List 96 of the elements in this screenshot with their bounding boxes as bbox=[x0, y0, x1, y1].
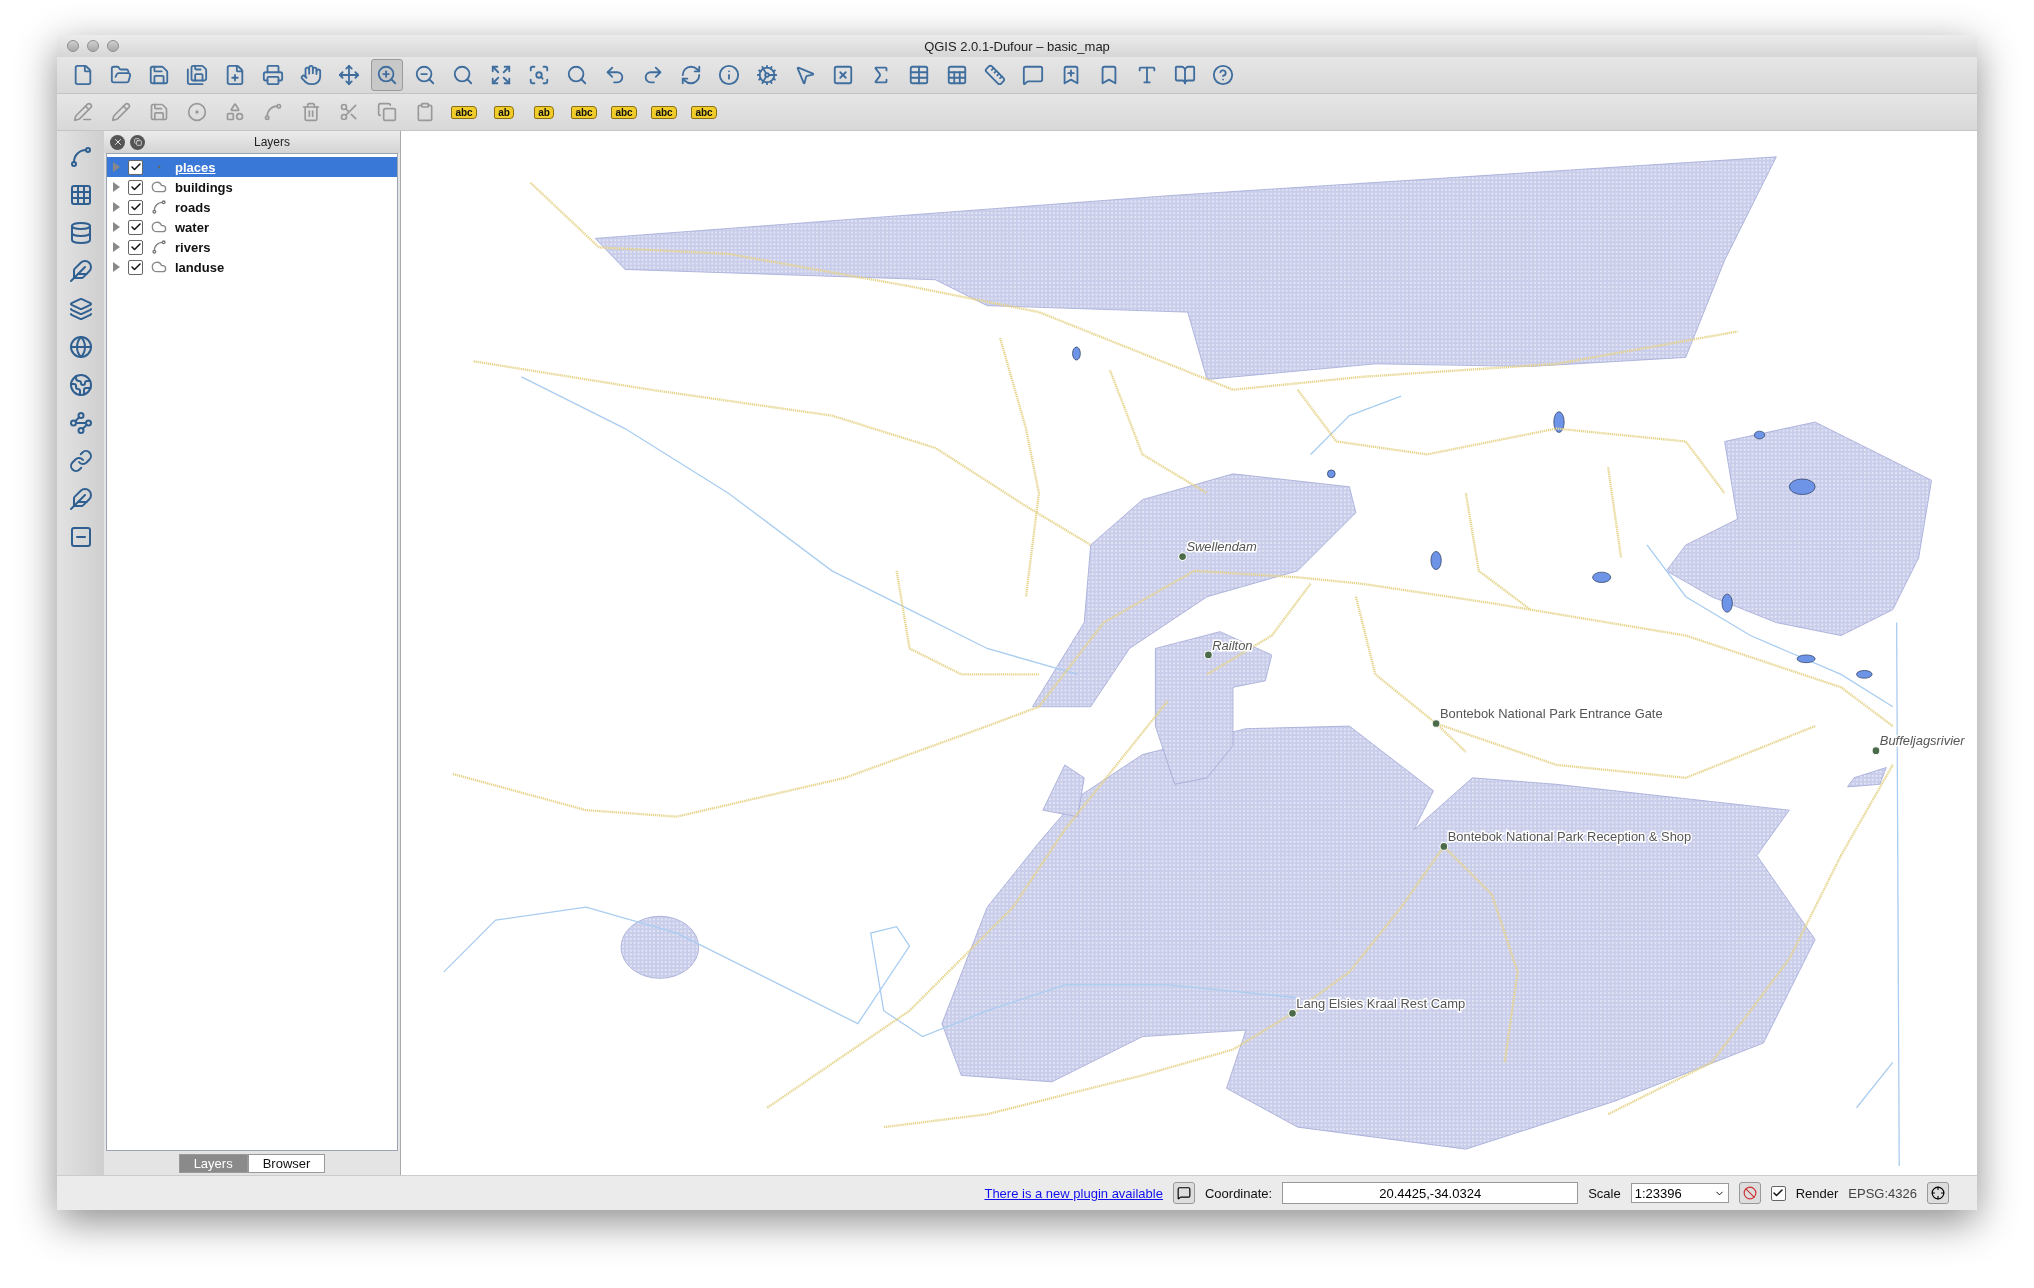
save-as-icon bbox=[186, 64, 208, 86]
checkmark-icon bbox=[129, 221, 142, 233]
label-tool-button[interactable]: abc bbox=[567, 99, 601, 125]
layer-name: places bbox=[175, 159, 216, 175]
layer-row[interactable]: roads bbox=[107, 197, 397, 217]
checkmark-icon bbox=[1772, 1187, 1785, 1199]
zoom-in-icon bbox=[376, 64, 398, 86]
place-marker bbox=[1871, 746, 1881, 756]
layer-name: landuse bbox=[175, 259, 225, 275]
scale-label: Scale bbox=[1588, 1185, 1621, 1201]
label-tool-button[interactable]: ab bbox=[527, 99, 561, 125]
layer-name: buildings bbox=[175, 179, 233, 195]
place-label: Bontebok National Park Entrance Gate bbox=[1439, 706, 1663, 722]
polygon-layer-icon bbox=[151, 179, 167, 195]
polygon-layer-icon bbox=[151, 219, 167, 235]
checkmark-icon bbox=[129, 241, 142, 253]
select-icon bbox=[794, 64, 816, 86]
deselect-icon bbox=[832, 64, 854, 86]
float-panel-button[interactable] bbox=[130, 134, 145, 150]
layer-row[interactable]: rivers bbox=[107, 237, 397, 257]
new-project-icon bbox=[72, 64, 94, 86]
message-icon bbox=[1176, 1186, 1191, 1200]
layer-name: roads bbox=[175, 199, 211, 215]
place-marker bbox=[1439, 842, 1449, 851]
checkmark-icon bbox=[129, 161, 142, 173]
label-tool-button[interactable]: abc bbox=[607, 99, 641, 125]
checkmark-icon bbox=[129, 261, 142, 273]
layer-row[interactable]: places bbox=[107, 157, 397, 177]
checkmark-icon bbox=[129, 181, 142, 193]
stop-render-button[interactable] bbox=[1738, 1182, 1761, 1204]
stop-icon bbox=[1742, 1186, 1757, 1200]
crs-label[interactable]: EPSG:4326 bbox=[1848, 1185, 1917, 1201]
pan-icon bbox=[300, 64, 322, 86]
paste-icon bbox=[415, 102, 435, 122]
toggle-editing-icon bbox=[73, 102, 93, 122]
coordinate-label: Coordinate: bbox=[1204, 1185, 1273, 1201]
whats-this-icon bbox=[1212, 64, 1234, 86]
layer-checkbox[interactable] bbox=[128, 179, 143, 195]
checkmark-icon bbox=[129, 201, 142, 213]
window-title: QGIS 2.0.1-Dufour – basic_map bbox=[924, 38, 1110, 54]
place-marker bbox=[1204, 650, 1213, 660]
line-layer-icon bbox=[151, 199, 167, 215]
zoom-window-button[interactable] bbox=[107, 40, 119, 52]
place-label: Lang Elsies Kraal Rest Camp bbox=[1296, 996, 1466, 1012]
place-label: Swellendam bbox=[1186, 539, 1257, 555]
layer-name: rivers bbox=[175, 239, 211, 255]
render-label: Render bbox=[1795, 1185, 1839, 1201]
layer-checkbox[interactable] bbox=[128, 199, 143, 215]
panel-title: Layers bbox=[253, 135, 291, 149]
label-tool-button[interactable]: abc bbox=[687, 99, 721, 125]
place-label: Buffeljagsrivier bbox=[1879, 733, 1965, 749]
crosshair-icon bbox=[1931, 1186, 1945, 1200]
copy-icon bbox=[377, 102, 397, 122]
save-edits-icon bbox=[149, 102, 169, 122]
zoom-in-button[interactable] bbox=[371, 59, 403, 91]
delete-selected-icon bbox=[301, 102, 321, 122]
place-label: Bontebok National Park Reception & Shop bbox=[1447, 829, 1692, 845]
cut-icon bbox=[339, 102, 359, 122]
identify-icon bbox=[718, 64, 740, 86]
scale-combo[interactable]: 1:23396 bbox=[1630, 1183, 1729, 1203]
zoom-out-icon bbox=[414, 64, 436, 86]
save-project-icon bbox=[148, 64, 170, 86]
place-marker bbox=[1431, 719, 1441, 728]
layer-row[interactable]: landuse bbox=[107, 257, 397, 277]
layer-checkbox[interactable] bbox=[128, 259, 143, 275]
polygon-layer-icon bbox=[151, 259, 167, 275]
layer-checkbox[interactable] bbox=[128, 159, 143, 175]
render-checkbox[interactable] bbox=[1770, 1185, 1786, 1201]
layer-row[interactable]: buildings bbox=[107, 177, 397, 197]
projection-button[interactable] bbox=[1927, 1182, 1949, 1204]
message-log-button[interactable] bbox=[1172, 1182, 1195, 1204]
place-label: Railton bbox=[1212, 637, 1253, 653]
place-marker bbox=[1288, 1008, 1297, 1018]
open-project-icon bbox=[110, 64, 132, 86]
measure-icon bbox=[984, 64, 1006, 86]
label-tool-button[interactable]: abc bbox=[647, 99, 681, 125]
line-layer-icon bbox=[151, 239, 167, 255]
layer-checkbox[interactable] bbox=[128, 219, 143, 235]
panel-tab[interactable]: Browser bbox=[247, 1153, 326, 1173]
float-icon bbox=[133, 138, 142, 146]
label-tool-button[interactable]: abc bbox=[447, 99, 481, 125]
refresh-icon bbox=[680, 64, 702, 86]
layer-checkbox[interactable] bbox=[128, 239, 143, 255]
help-icon bbox=[1174, 64, 1196, 86]
layer-name: water bbox=[175, 219, 209, 235]
map-canvas[interactable]: Swellendam Railton Bontebok National Park Entrance Gate Bontebok National Park Reception & Shop Lang Elsies Kraal Rest Camp Buffeljagsrivier bbox=[400, 131, 1977, 1175]
add-point-icon bbox=[187, 102, 207, 122]
close-window-button[interactable] bbox=[67, 40, 79, 52]
layer-row[interactable]: water bbox=[107, 217, 397, 237]
minimize-window-button[interactable] bbox=[87, 40, 99, 52]
plugin-link[interactable]: There is a new plugin available bbox=[984, 1185, 1163, 1201]
close-icon bbox=[112, 137, 123, 147]
label-tool-button[interactable]: ab bbox=[487, 99, 521, 125]
place-marker bbox=[1178, 552, 1187, 561]
coordinate-field[interactable]: 20.4425,-34.0324 bbox=[1282, 1182, 1579, 1204]
close-panel-button[interactable] bbox=[110, 134, 125, 150]
